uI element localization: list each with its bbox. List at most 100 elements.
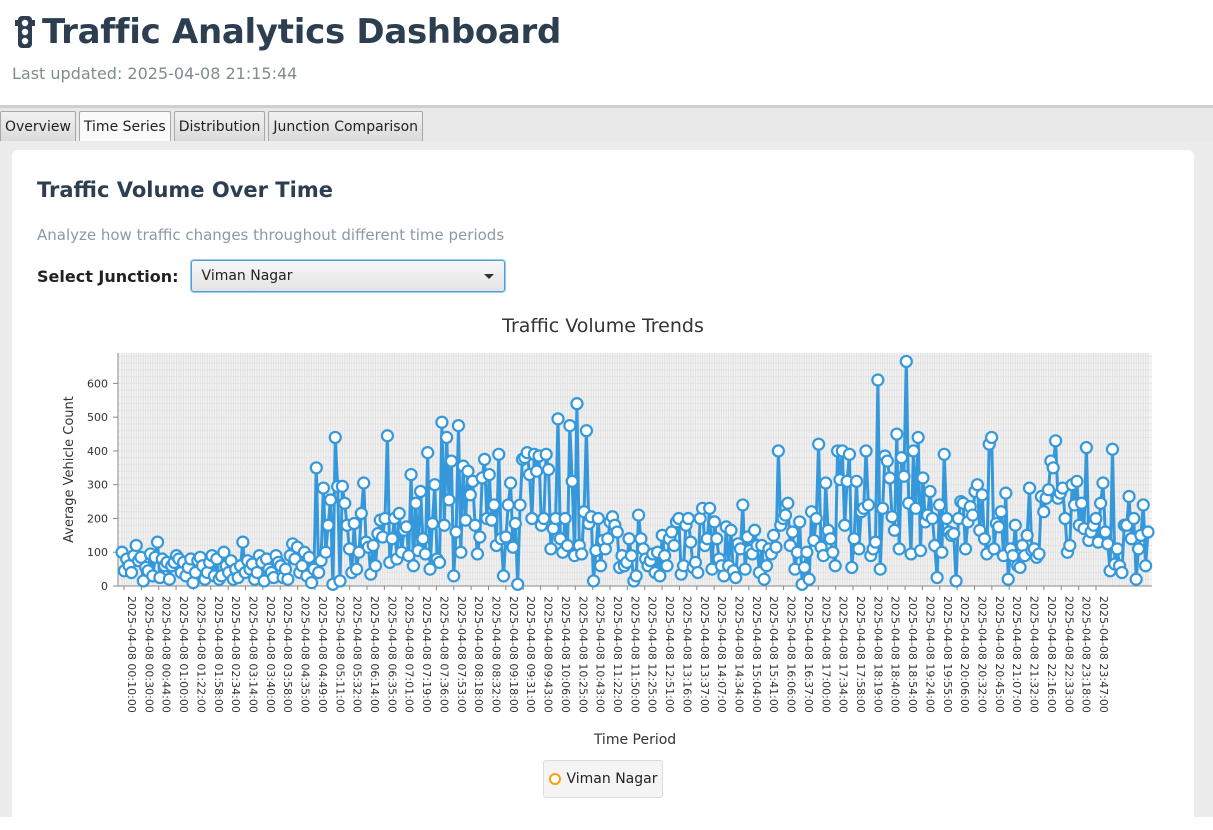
data-point — [421, 446, 435, 460]
data-point — [759, 559, 774, 573]
data-point — [890, 427, 904, 441]
x-tick-label: 2025-04-08 00:10:00 — [125, 596, 138, 713]
data-point — [321, 518, 335, 532]
data-point — [966, 508, 980, 522]
data-point — [923, 484, 937, 499]
x-tick-label: 2025-04-08 11:50:00 — [628, 596, 641, 713]
data-point — [508, 516, 522, 531]
data-point — [819, 476, 833, 490]
data-point — [828, 559, 842, 573]
x-tick-label: 2025-04-08 03:58:00 — [281, 596, 294, 713]
traffic-volume-chart: 0 100 200 300 400 500 600 Traffic Volume Trends… — [62, 315, 1155, 748]
data-point — [823, 532, 838, 546]
data-point — [1063, 538, 1077, 553]
data-point — [385, 532, 399, 546]
chart-legend[interactable]: Viman Nagar — [543, 760, 663, 798]
x-tick-label: 2025-04-08 00:44:00 — [160, 596, 173, 713]
data-point — [838, 518, 852, 532]
data-point — [710, 532, 724, 546]
y-tick-label: 500 — [87, 411, 108, 424]
data-point — [328, 430, 342, 445]
data-point — [1141, 525, 1155, 539]
data-point — [404, 467, 418, 482]
data-point — [707, 515, 721, 529]
data-point — [975, 488, 989, 502]
data-point — [1110, 542, 1124, 556]
data-point — [530, 464, 544, 478]
data-point — [842, 447, 857, 461]
x-tick-label: 2025-04-08 13:16:00 — [680, 596, 693, 713]
data-point — [629, 569, 643, 583]
data-point — [1122, 489, 1136, 504]
y-axis-label: Average Vehicle Count — [62, 396, 77, 543]
data-point — [660, 559, 674, 573]
data-point — [586, 574, 601, 588]
x-tick-label: 2025-04-08 08:18:00 — [472, 596, 485, 713]
x-tick-label: 2025-04-08 22:33:00 — [1062, 596, 1075, 713]
data-point — [930, 570, 944, 585]
data-point — [1041, 483, 1056, 497]
data-point — [949, 574, 963, 588]
data-point — [333, 574, 347, 588]
data-point — [304, 576, 319, 590]
data-point — [319, 545, 333, 559]
data-point — [771, 444, 785, 458]
data-point — [501, 498, 515, 512]
y-tick-label: 100 — [87, 546, 108, 559]
data-point — [506, 540, 520, 554]
data-point — [1022, 481, 1037, 495]
x-tick-label: 2025-04-08 22:16:00 — [1045, 596, 1058, 713]
data-point — [499, 530, 513, 544]
data-point — [1139, 559, 1153, 573]
x-tick-label: 2025-04-08 09:18:00 — [507, 596, 520, 713]
data-point — [442, 493, 456, 507]
data-point — [876, 501, 890, 515]
data-point — [482, 467, 496, 482]
data-point — [958, 542, 973, 556]
data-point — [449, 525, 463, 539]
data-point — [349, 562, 364, 576]
data-point — [338, 496, 352, 510]
data-point — [667, 538, 681, 553]
data-point — [437, 518, 451, 532]
data-point — [1048, 434, 1063, 448]
data-point — [492, 447, 506, 461]
data-point — [681, 511, 695, 526]
x-tick-label: 2025-04-08 18:40:00 — [889, 596, 902, 713]
data-point — [738, 562, 752, 576]
data-point — [558, 511, 572, 526]
data-point — [1079, 440, 1093, 455]
chart-title: Traffic Volume Trends — [501, 315, 704, 337]
x-tick-label: 2025-04-08 19:24:00 — [923, 596, 936, 713]
data-point — [852, 542, 866, 556]
x-tick-label: 2025-04-08 03:40:00 — [264, 596, 277, 713]
data-point — [539, 447, 553, 461]
data-point — [302, 550, 316, 564]
data-point — [470, 547, 485, 561]
x-tick-label: 2025-04-08 15:04:00 — [750, 596, 763, 713]
x-tick-label: 2025-04-08 10:43:00 — [594, 596, 607, 713]
data-point — [897, 469, 911, 483]
x-tick-label: 2025-04-08 05:11:00 — [333, 596, 346, 713]
data-point — [892, 542, 906, 556]
data-point — [977, 532, 992, 546]
data-point — [451, 419, 466, 433]
data-point — [236, 535, 250, 549]
data-point — [1127, 511, 1141, 526]
data-point — [150, 535, 165, 549]
data-point — [1096, 476, 1110, 490]
data-point — [312, 565, 326, 580]
data-point — [1020, 528, 1034, 542]
x-tick-label: 2025-04-08 17:58:00 — [854, 596, 867, 713]
x-tick-label: 2025-04-08 12:51:00 — [663, 596, 676, 713]
data-point — [916, 471, 930, 485]
data-point — [511, 577, 525, 591]
x-tick-label: 2025-04-08 23:18:00 — [1080, 596, 1093, 713]
data-point — [594, 559, 608, 573]
data-point — [793, 515, 807, 529]
y-tick-label: 0 — [101, 580, 108, 593]
x-tick-label: 2025-04-08 02:34:00 — [229, 596, 242, 713]
data-point — [849, 474, 864, 488]
data-point — [845, 560, 859, 575]
data-point — [1032, 547, 1046, 561]
